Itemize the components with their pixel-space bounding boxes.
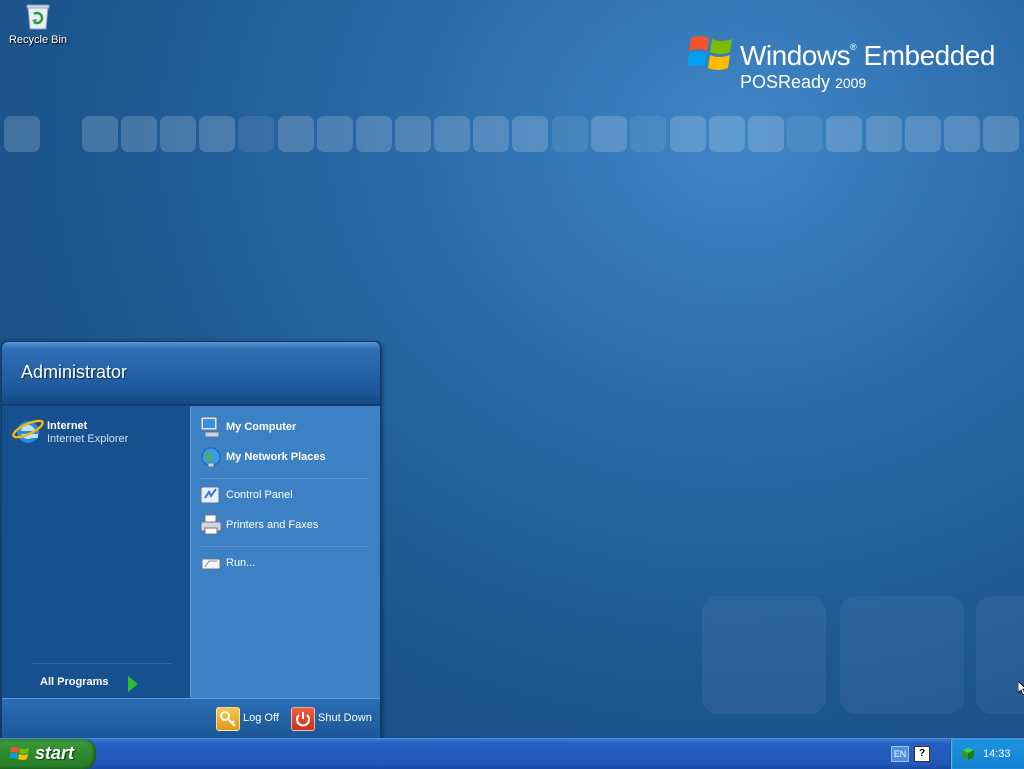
menu-item-label: Control Panel [226, 489, 293, 501]
menu-item-printers-and-faxes[interactable]: Printers and Faxes [199, 513, 369, 537]
log-off-label: Log Off [243, 712, 279, 724]
decorative-tile [976, 596, 1024, 714]
divider [199, 478, 369, 479]
menu-item-my-computer[interactable]: My Computer [199, 415, 369, 439]
help-icon[interactable]: ? [914, 746, 930, 762]
menu-item-label: My Computer [226, 421, 297, 433]
menu-item-label: Printers and Faxes [226, 519, 319, 531]
divider [32, 663, 172, 664]
network-tray-icon[interactable] [961, 747, 975, 761]
start-menu-header: Administrator [2, 342, 380, 406]
windows-embedded-branding: Windows® Embedded POSReady 2009 [687, 28, 1008, 98]
system-tray: 14:33 [950, 739, 1024, 769]
brand-year: 2009 [835, 75, 867, 91]
windows-flag-icon [10, 747, 29, 760]
windows-flag-icon [687, 30, 734, 74]
pinned-item-label: Internet [47, 420, 88, 432]
menu-item-my-network-places[interactable]: My Network Places [199, 445, 369, 469]
printer-icon [200, 514, 222, 535]
desktop-icon-recycle-bin[interactable]: Recycle Bin [6, 2, 70, 46]
key-icon [216, 707, 240, 731]
run-icon [201, 558, 221, 570]
recycle-bin-label: Recycle Bin [8, 34, 68, 46]
decorative-tile [702, 596, 826, 714]
taskbar: start EN ? 14:33 [0, 738, 1024, 769]
arrow-right-icon [128, 676, 138, 692]
menu-item-label: Run... [226, 557, 256, 569]
menu-item-run[interactable]: Run... [199, 551, 369, 575]
brand-posready: POSReady [740, 72, 831, 92]
user-name: Administrator [21, 362, 128, 382]
menu-item-control-panel[interactable]: Control Panel [199, 483, 369, 507]
pinned-item-sublabel: Internet Explorer [47, 433, 129, 445]
all-programs-button[interactable]: All Programs [40, 676, 150, 694]
mouse-cursor-icon [1018, 681, 1024, 695]
clock[interactable]: 14:33 [983, 748, 1011, 760]
start-menu: Administrator Internet Internet Explorer… [1, 341, 381, 739]
brand-embedded: Embedded [863, 40, 996, 71]
menu-item-label: My Network Places [226, 451, 326, 463]
recycle-bin-icon [25, 2, 51, 30]
power-icon [291, 707, 315, 731]
all-programs-label: All Programs [40, 676, 109, 688]
shut-down-button[interactable]: Shut Down [291, 707, 375, 731]
start-menu-footer: Log Off Shut Down [2, 698, 380, 738]
brand-windows: Windows [740, 40, 851, 71]
start-menu-right-pane: My Computer My Network Places Control Pa… [190, 406, 380, 698]
divider [199, 546, 369, 547]
my-computer-icon [200, 416, 220, 438]
control-panel-icon [200, 486, 220, 504]
log-off-button[interactable]: Log Off [216, 707, 286, 731]
decorative-tiles [0, 116, 1024, 156]
decorative-tile [840, 596, 964, 714]
start-button[interactable]: start [0, 739, 96, 769]
language-indicator[interactable]: EN [891, 746, 909, 762]
pinned-internet-explorer[interactable]: Internet Internet Explorer [12, 415, 182, 449]
start-menu-left-pane: Internet Internet Explorer All Programs [2, 406, 190, 698]
shut-down-label: Shut Down [318, 712, 372, 724]
internet-explorer-icon [12, 419, 44, 443]
start-label: start [35, 743, 75, 763]
network-places-icon [201, 447, 221, 468]
